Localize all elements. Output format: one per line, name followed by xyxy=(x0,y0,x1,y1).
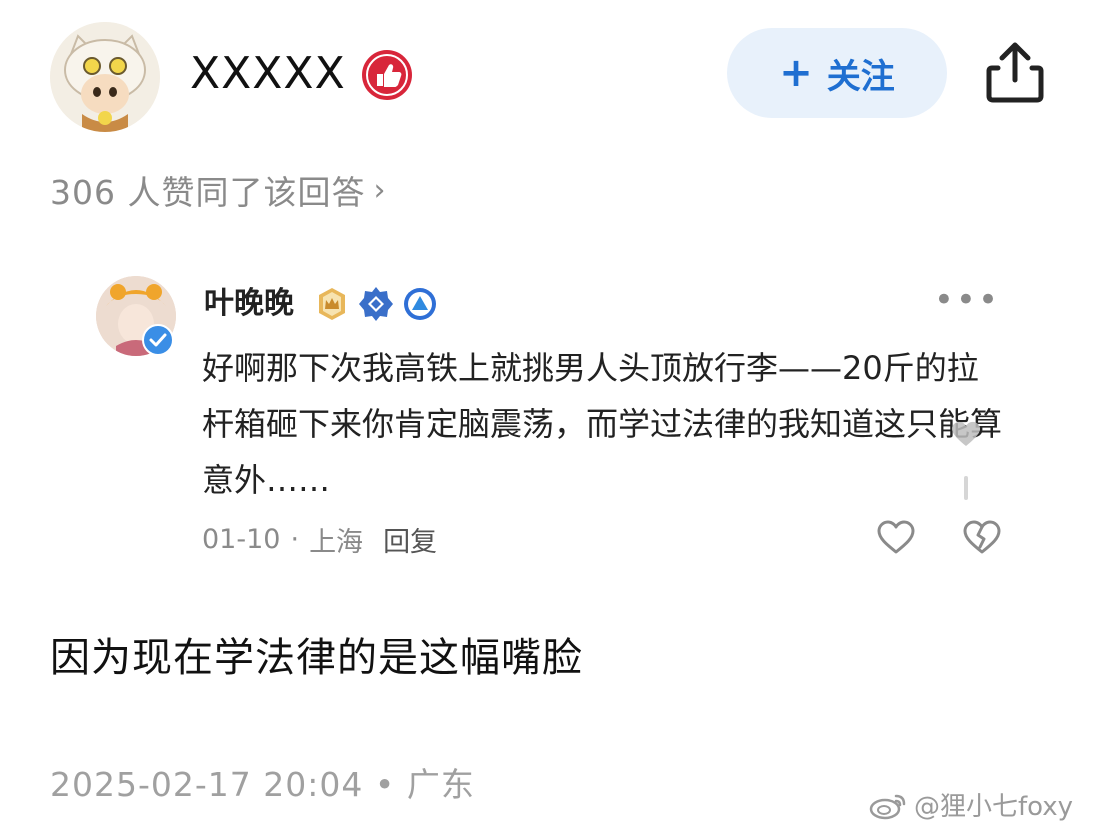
answer-body: 因为现在学法律的是这幅嘴脸 xyxy=(50,635,583,681)
commenter-name[interactable]: 叶晚晚 xyxy=(204,284,294,324)
triangle-level-badge-icon xyxy=(404,288,436,320)
more-options-icon[interactable]: ••• xyxy=(934,283,1000,317)
comment-meta: 01-10 · 上海 回复 xyxy=(202,520,437,559)
comment-date: 01-10 xyxy=(202,524,281,555)
commenter-badges xyxy=(314,286,438,322)
thumbs-up-badge-icon xyxy=(362,50,412,100)
watermark: @狸小七foxy xyxy=(868,786,1073,823)
comment-text: 好啊那下次我高铁上就挑男人头顶放行李——20斤的拉杆箱砸下来你肯定脑震荡，而学过… xyxy=(202,349,1003,499)
follow-button[interactable]: + 关注 xyxy=(727,28,947,118)
quoted-comment: 叶晚晚 ••• 好啊那下次我高铁上就挑男人头顶放行李——20斤的拉杆箱砸下来你肯… xyxy=(96,276,1006,576)
verified-badge-icon xyxy=(142,324,174,356)
agree-count-link[interactable]: 306 人赞同了该回答 › xyxy=(50,166,386,214)
answer-page: XXXXX + 关注 306 人赞同了该回答 › 叶晚晚 ••• 好啊那下次我高… xyxy=(0,0,1100,835)
comment-location: 上海 xyxy=(309,527,364,558)
floating-heart-marker-icon xyxy=(951,421,981,500)
answer-timestamp: 2025-02-17 20:04 • 广东 xyxy=(50,765,475,804)
share-icon[interactable] xyxy=(984,40,1046,104)
chevron-right-icon: › xyxy=(373,172,387,208)
agree-count-text: 306 人赞同了该回答 xyxy=(50,173,366,212)
weibo-logo-icon xyxy=(869,794,906,819)
plus-icon: + xyxy=(779,50,813,96)
diamond-badge-icon xyxy=(359,287,393,321)
author-avatar[interactable] xyxy=(50,22,160,132)
meta-separator: · xyxy=(290,524,300,555)
broken-heart-icon[interactable] xyxy=(962,518,1002,558)
author-name[interactable]: XXXXX xyxy=(190,44,346,104)
crown-badge-icon xyxy=(319,288,345,320)
reply-button[interactable]: 回复 xyxy=(383,520,437,559)
follow-button-label: 关注 xyxy=(826,56,895,97)
watermark-text: @狸小七foxy xyxy=(914,792,1074,822)
heart-like-icon[interactable] xyxy=(876,518,916,558)
